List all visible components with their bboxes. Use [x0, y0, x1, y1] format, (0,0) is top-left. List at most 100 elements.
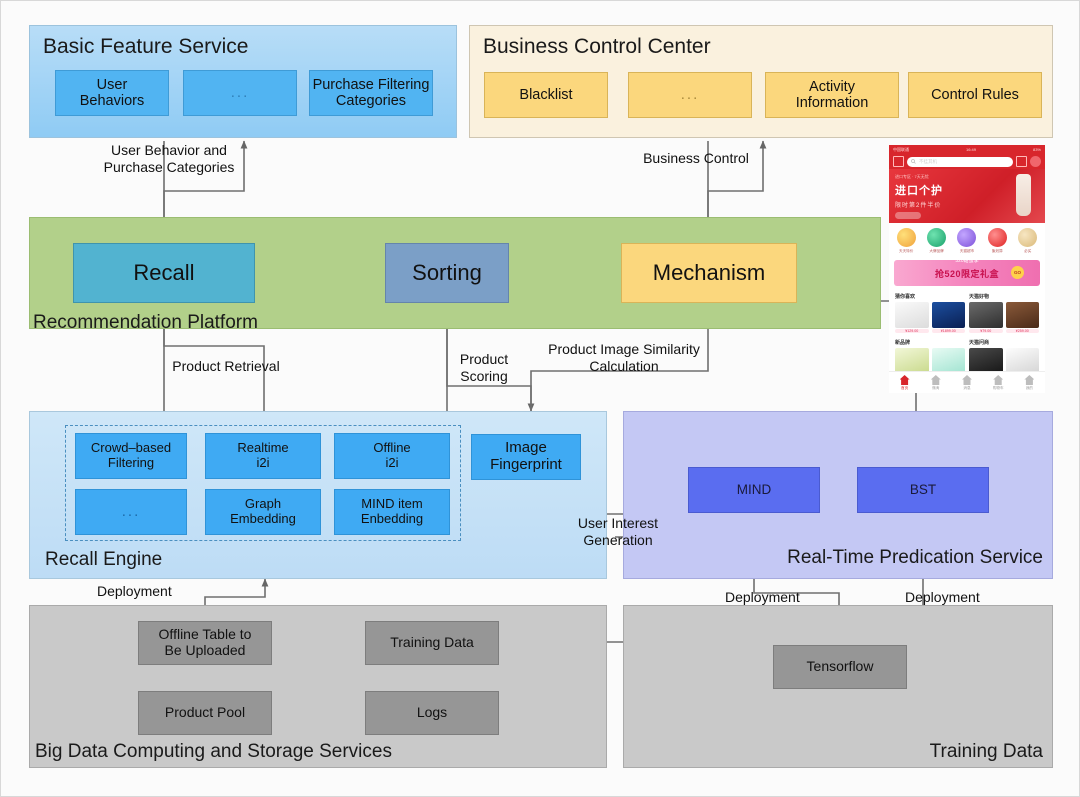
recall-engine-title: Recall Engine	[45, 549, 163, 570]
model-mind-label: MIND	[736, 482, 772, 498]
phone-status-bar: 中国联通 16:49 83%	[889, 145, 1045, 154]
category-icon	[927, 228, 947, 247]
chip-activity-information[interactable]: Activity Information	[765, 72, 899, 118]
product-price: ¥79.00	[969, 329, 1003, 333]
model-bst[interactable]: BST	[857, 467, 989, 513]
chip-user-behaviors[interactable]: User Behaviors	[55, 70, 169, 116]
phone-tab-home[interactable]: 首页	[889, 372, 920, 393]
chip-blacklist-label: Blacklist	[519, 86, 573, 103]
product-bottle-image	[1016, 174, 1031, 216]
phone-tab-label: 微淘	[932, 386, 940, 390]
module-graph-embedding-label: Graph Embedding	[230, 496, 296, 526]
product-price: ¥1899.00	[931, 329, 965, 333]
search-icon	[911, 159, 916, 164]
phone-tab-profile[interactable]: 我的	[1014, 372, 1045, 393]
module-image-fingerprint[interactable]: Image Fingerprint	[471, 434, 581, 480]
module-offline-i2i-label: Offline i2i	[373, 440, 411, 470]
phone-product-section: 天猫好物 ¥79.00 ¥259.00	[967, 291, 1041, 337]
node-tensorflow[interactable]: Tensorflow	[773, 645, 907, 689]
cart-icon	[993, 375, 1004, 385]
chip-control-rules[interactable]: Control Rules	[908, 72, 1042, 118]
module-more-label: ...	[121, 502, 141, 520]
label-deployment-mid: Deployment	[725, 589, 800, 605]
module-crowd-based-filtering-label: Crowd–based Filtering	[90, 440, 172, 470]
node-offline-table-label: Offline Table to Be Uploaded	[158, 626, 252, 658]
chip-purchase-filtering-categories[interactable]: Purchase Filtering Categories	[309, 70, 433, 116]
label-business-control: Business Control	[643, 150, 749, 166]
qrcode-icon[interactable]	[1016, 156, 1027, 167]
phone-battery: 83%	[1032, 147, 1041, 152]
node-product-pool-label: Product Pool	[164, 704, 246, 721]
phone-tab-messages[interactable]: 消息	[951, 372, 982, 393]
stage-sorting[interactable]: Sorting	[385, 243, 509, 303]
phone-tab-label: 购物车	[992, 386, 1004, 390]
phone-tab-weitao[interactable]: 微淘	[920, 372, 951, 393]
phone-product-item[interactable]: ¥129.00	[895, 302, 929, 333]
mobile-app-screenshot: 中国联通 16:49 83% 不挂其机 进口专区 · 7天无忧 进口个护 限时第…	[889, 145, 1045, 393]
phone-hero-banner[interactable]: 进口专区 · 7天无忧 进口个护 限时第2件半价	[889, 169, 1045, 223]
module-graph-embedding[interactable]: Graph Embedding	[205, 489, 321, 535]
node-tensorflow-label: Tensorflow	[806, 658, 874, 675]
phone-tab-label: 我的	[1025, 386, 1033, 390]
realtime-predication-service-title: Real-Time Predication Service	[787, 547, 1043, 568]
product-price: ¥129.00	[895, 329, 929, 333]
phone-tab-label: 消息	[963, 386, 971, 390]
chip-blacklist[interactable]: Blacklist	[484, 72, 608, 118]
scan-icon[interactable]	[893, 156, 904, 167]
module-realtime-i2i-label: Realtime i2i	[237, 440, 289, 470]
phone-category-item[interactable]: 必买	[1017, 228, 1038, 254]
module-image-fingerprint-label: Image Fingerprint	[490, 439, 562, 473]
phone-promo-tag: 520甜蜜季	[955, 257, 979, 264]
big-data-services-title: Big Data Computing and Storage Services	[35, 741, 392, 762]
product-thumbnail	[1005, 302, 1039, 328]
stage-mechanism[interactable]: Mechanism	[621, 243, 797, 303]
label-user-interest: User Interest Generation	[577, 515, 659, 548]
chip-purchase-filtering-categories-label: Purchase Filtering Categories	[312, 76, 430, 109]
home-icon	[899, 375, 910, 385]
phone-section-title: 新品牌	[895, 340, 911, 346]
phone-promo-badge[interactable]: GO	[1011, 266, 1024, 279]
node-training-data[interactable]: Training Data	[365, 621, 499, 665]
phone-banner-cta[interactable]	[895, 212, 921, 219]
module-more[interactable]: ...	[75, 489, 187, 535]
phone-tab-cart[interactable]: 购物车	[983, 372, 1014, 393]
compass-icon	[930, 375, 941, 385]
chip-user-behaviors-label: User Behaviors	[79, 76, 145, 109]
phone-product-item[interactable]: ¥259.00	[1005, 302, 1039, 333]
module-offline-i2i[interactable]: Offline i2i	[334, 433, 450, 479]
chip-basic-more-label: ...	[230, 83, 250, 101]
stage-recall[interactable]: Recall	[73, 243, 255, 303]
label-deployment-right: Deployment	[905, 589, 980, 605]
phone-product-item[interactable]: ¥79.00	[969, 302, 1003, 333]
module-mind-item-embedding[interactable]: MIND item Enbedding	[334, 489, 450, 535]
phone-tab-bar: 首页 微淘 消息 购物车 我的	[889, 371, 1045, 393]
recommendation-platform-title: Recommendation Platform	[33, 312, 258, 333]
phone-product-item[interactable]: ¥1899.00	[931, 302, 965, 333]
chat-icon	[962, 375, 972, 385]
training-data-title: Training Data	[929, 741, 1043, 762]
basic-feature-service-title: Basic Feature Service	[43, 35, 249, 58]
module-mind-item-embedding-label: MIND item Enbedding	[360, 496, 424, 526]
phone-tab-label: 首页	[901, 386, 909, 390]
module-crowd-based-filtering[interactable]: Crowd–based Filtering	[75, 433, 187, 479]
phone-search-placeholder: 不挂其机	[919, 158, 937, 164]
phone-avatar[interactable]	[1030, 156, 1041, 167]
phone-category-item[interactable]: 天天特价	[896, 228, 917, 254]
model-bst-label: BST	[909, 482, 937, 498]
chip-business-more[interactable]: ...	[628, 72, 752, 118]
phone-promo-banner[interactable]: 520甜蜜季 抢520限定礼盒 尊享千万礼遇 GO	[894, 257, 1040, 295]
label-image-similarity: Product Image Similarity Calculation	[548, 341, 700, 374]
chip-basic-more[interactable]: ...	[183, 70, 297, 116]
phone-search-bar[interactable]: 不挂其机	[889, 154, 1045, 169]
phone-search-input[interactable]: 不挂其机	[907, 156, 1013, 167]
node-product-pool[interactable]: Product Pool	[138, 691, 272, 735]
model-mind[interactable]: MIND	[688, 467, 820, 513]
category-icon	[957, 228, 977, 247]
node-logs[interactable]: Logs	[365, 691, 499, 735]
label-product-scoring: Product Scoring	[459, 351, 509, 384]
module-realtime-i2i[interactable]: Realtime i2i	[205, 433, 321, 479]
person-icon	[1024, 375, 1035, 385]
node-offline-table[interactable]: Offline Table to Be Uploaded	[138, 621, 272, 665]
node-training-data-label: Training Data	[390, 634, 474, 651]
phone-category-label: 必买	[1024, 249, 1032, 253]
